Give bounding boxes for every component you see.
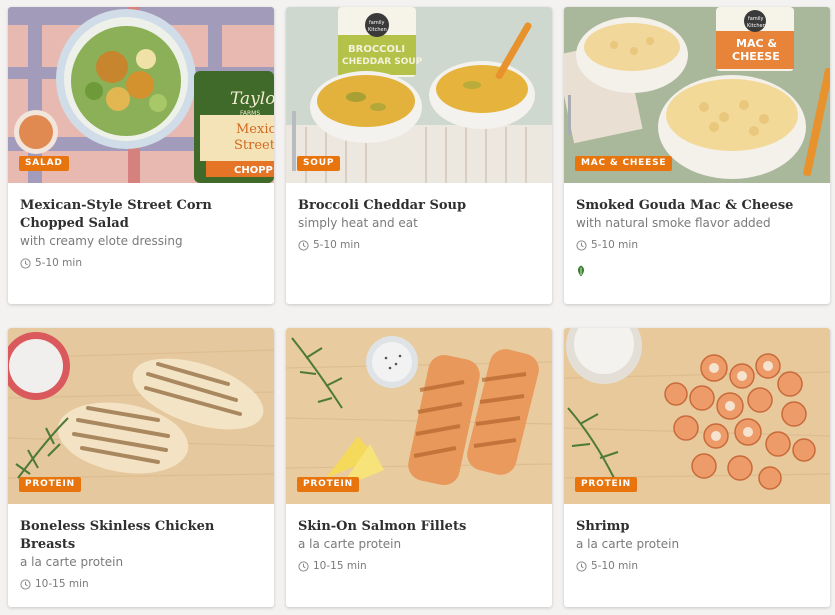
- meal-card-chicken[interactable]: PROTEIN Boneless Skinless Chicken Breast…: [8, 328, 274, 607]
- prep-time-label: 5-10 min: [313, 239, 360, 251]
- prep-time: 10-15 min: [20, 578, 262, 590]
- svg-text:Mexic: Mexic: [236, 122, 274, 137]
- meal-title[interactable]: Smoked Gouda Mac & Cheese: [576, 197, 818, 215]
- category-badge: SOUP: [297, 156, 341, 171]
- prep-time: 5-10 min: [576, 239, 818, 251]
- prep-time: 10-15 min: [298, 560, 540, 572]
- clock-icon: [576, 560, 587, 572]
- chicken-photo: PROTEIN: [8, 328, 274, 504]
- meal-subtitle: a la carte protein: [20, 555, 124, 569]
- prep-time: 5-10 min: [298, 239, 540, 251]
- mac-cheese-photo: family Kitchen MAC & CHEESE MAC & CHEESE: [564, 7, 830, 183]
- clock-icon: [298, 239, 309, 251]
- meal-title[interactable]: Broccoli Cheddar Soup: [298, 197, 540, 215]
- category-badge: PROTEIN: [297, 477, 359, 492]
- meal-card-salmon[interactable]: PROTEIN Skin-On Salmon Fillets a la cart…: [286, 328, 552, 607]
- prep-time-label: 5-10 min: [591, 560, 638, 572]
- svg-text:Taylor: Taylor: [230, 89, 274, 109]
- meal-title[interactable]: Boneless Skinless Chicken Breasts: [20, 518, 262, 554]
- svg-text:MAC &: MAC &: [736, 37, 777, 50]
- svg-text:Kitchen: Kitchen: [747, 23, 766, 29]
- svg-text:family: family: [748, 16, 763, 22]
- prep-time-label: 10-15 min: [35, 578, 89, 590]
- svg-text:CHEESE: CHEESE: [732, 50, 780, 63]
- meal-card-shrimp[interactable]: PROTEIN Shrimp a la carte protein 5-10 m…: [564, 328, 830, 607]
- category-badge: PROTEIN: [575, 477, 637, 492]
- svg-text:Street: Street: [234, 138, 274, 153]
- soup-bowls-photo: family Kitchen BROCCOLI CHEDDAR SOUP SOU…: [286, 7, 552, 183]
- svg-text:FARMS: FARMS: [240, 110, 260, 117]
- prep-time: 5-10 min: [576, 560, 818, 572]
- svg-text:family: family: [369, 20, 384, 26]
- salad-bowl-photo: Taylor FARMS Mexic Street CHOPP SALAD: [8, 7, 274, 183]
- svg-text:BROCCOLI: BROCCOLI: [348, 44, 405, 55]
- meal-subtitle: a la carte protein: [298, 537, 402, 551]
- shrimp-photo: PROTEIN: [564, 328, 830, 504]
- prep-time-label: 10-15 min: [313, 560, 367, 572]
- meal-card-soup[interactable]: family Kitchen BROCCOLI CHEDDAR SOUP SOU…: [286, 7, 552, 304]
- svg-text:CHOPP: CHOPP: [234, 165, 273, 176]
- leaf-icon: [577, 265, 585, 277]
- salmon-photo: PROTEIN: [286, 328, 552, 504]
- clock-icon: [298, 560, 309, 572]
- category-badge: PROTEIN: [19, 477, 81, 492]
- category-badge: MAC & CHEESE: [575, 156, 673, 171]
- meal-title[interactable]: Shrimp: [576, 518, 818, 536]
- prep-time-label: 5-10 min: [591, 239, 638, 251]
- meal-card-grid: Taylor FARMS Mexic Street CHOPP SALAD Me…: [8, 7, 832, 607]
- prep-time-label: 5-10 min: [35, 257, 82, 269]
- category-badge: SALAD: [19, 156, 69, 171]
- meal-subtitle: with creamy elote dressing: [20, 234, 183, 248]
- meal-title[interactable]: Mexican-Style Street Corn Chopped Salad: [20, 197, 262, 233]
- meal-card-mac-cheese[interactable]: family Kitchen MAC & CHEESE MAC & CHEESE…: [564, 7, 830, 304]
- meal-card-salad[interactable]: Taylor FARMS Mexic Street CHOPP SALAD Me…: [8, 7, 274, 304]
- svg-text:CHEDDAR SOUP: CHEDDAR SOUP: [342, 57, 423, 67]
- meal-subtitle: a la carte protein: [576, 537, 680, 551]
- meal-subtitle: simply heat and eat: [298, 216, 418, 230]
- clock-icon: [20, 578, 31, 590]
- prep-time: 5-10 min: [20, 257, 262, 269]
- clock-icon: [20, 257, 31, 269]
- meal-title[interactable]: Skin-On Salmon Fillets: [298, 518, 540, 536]
- clock-icon: [576, 239, 587, 251]
- svg-text:Kitchen: Kitchen: [368, 27, 387, 33]
- meal-subtitle: with natural smoke flavor added: [576, 216, 771, 230]
